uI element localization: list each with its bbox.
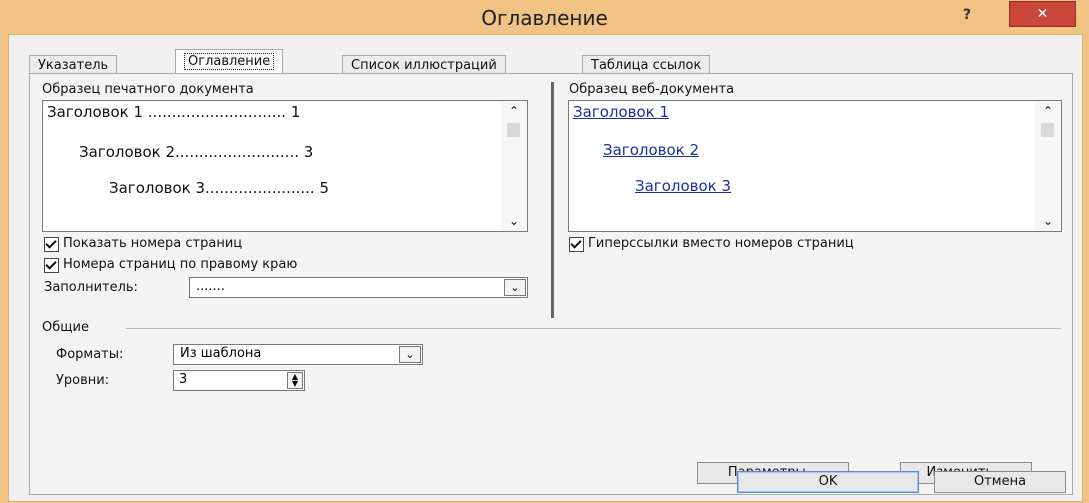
hyperlinks-label: Гиперссылки вместо номеров страниц	[588, 236, 854, 251]
dialog-body: Указатель Оглавление Список иллюстраций …	[8, 34, 1083, 502]
tab-label: Оглавление	[184, 53, 275, 70]
right-align-checkbox[interactable]	[44, 258, 59, 273]
tab-label: Таблица ссылок	[591, 58, 702, 73]
web-preview-label: Образец веб-документа	[569, 82, 735, 97]
toc-dialog: Оглавление ? ✕ Указатель Оглавление Спис…	[0, 0, 1089, 503]
web-preview-scrollbar[interactable]: ⌃ ⌄	[1035, 101, 1061, 231]
chevron-down-icon[interactable]: ⌄	[399, 346, 421, 363]
chevron-down-icon[interactable]: ⌄	[504, 279, 526, 296]
leader-select[interactable]: ....... ⌄	[189, 277, 528, 298]
web-preview: Заголовок 1 Заголовок 2 Заголовок 3 ⌃ ⌄	[568, 100, 1062, 232]
tab-index[interactable]: Указатель	[29, 55, 118, 75]
group-divider	[126, 328, 1061, 329]
web-heading-2-link[interactable]: Заголовок 2	[603, 141, 699, 159]
scroll-thumb[interactable]	[1041, 123, 1054, 137]
hyperlinks-checkbox[interactable]	[569, 237, 584, 252]
levels-label: Уровни:	[56, 373, 110, 388]
tab-label: Указатель	[38, 58, 109, 73]
print-preview-label: Образец печатного документа	[42, 82, 254, 97]
tab-authorities[interactable]: Таблица ссылок	[582, 55, 711, 75]
web-heading-3-link[interactable]: Заголовок 3	[635, 177, 731, 195]
scroll-down-icon[interactable]: ⌄	[1041, 215, 1055, 227]
tab-label: Список иллюстраций	[351, 58, 497, 73]
tab-strip: Указатель Оглавление Список иллюстраций …	[9, 35, 1082, 75]
toc-panel: Образец печатного документа Заголовок 1 …	[29, 73, 1073, 495]
print-heading-2: Заголовок 2.......................... 3	[79, 143, 314, 161]
spin-arrows-icon[interactable]: ▲ ▼	[287, 372, 303, 389]
right-align-label: Номера страниц по правому краю	[63, 257, 298, 272]
dialog-title: Оглавление	[481, 6, 608, 30]
print-heading-3: Заголовок 3....................... 5	[109, 179, 329, 197]
leader-label: Заполнитель:	[44, 280, 138, 295]
formats-select[interactable]: Из шаблона ⌄	[173, 344, 423, 365]
help-button[interactable]: ?	[954, 2, 980, 28]
web-heading-1-link[interactable]: Заголовок 1	[573, 103, 669, 121]
scroll-down-icon[interactable]: ⌄	[507, 215, 521, 227]
show-page-numbers-checkbox[interactable]	[44, 237, 59, 252]
scroll-up-icon[interactable]: ⌃	[1041, 105, 1055, 117]
levels-spinner[interactable]: 3 ▲ ▼	[173, 370, 305, 391]
title-bar: Оглавление ? ✕	[0, 0, 1089, 34]
scroll-thumb[interactable]	[507, 123, 520, 137]
scroll-up-icon[interactable]: ⌃	[507, 105, 521, 117]
column-separator	[551, 82, 554, 318]
tab-figures[interactable]: Список иллюстраций	[342, 55, 506, 75]
print-heading-1: Заголовок 1 ............................…	[47, 103, 301, 121]
leader-value: .......	[196, 279, 225, 294]
general-group-label: Общие	[42, 320, 89, 335]
close-icon: ✕	[1036, 6, 1049, 22]
levels-value: 3	[179, 372, 188, 387]
formats-label: Форматы:	[56, 347, 124, 362]
close-button[interactable]: ✕	[1009, 1, 1076, 27]
print-preview: Заголовок 1 ............................…	[42, 100, 528, 232]
ok-button[interactable]: OK	[737, 471, 919, 493]
show-page-numbers-label: Показать номера страниц	[63, 236, 243, 251]
print-preview-scrollbar[interactable]: ⌃ ⌄	[501, 101, 527, 231]
tab-toc[interactable]: Оглавление	[175, 49, 284, 75]
formats-value: Из шаблона	[180, 346, 262, 361]
cancel-button[interactable]: Отмена	[934, 471, 1066, 493]
